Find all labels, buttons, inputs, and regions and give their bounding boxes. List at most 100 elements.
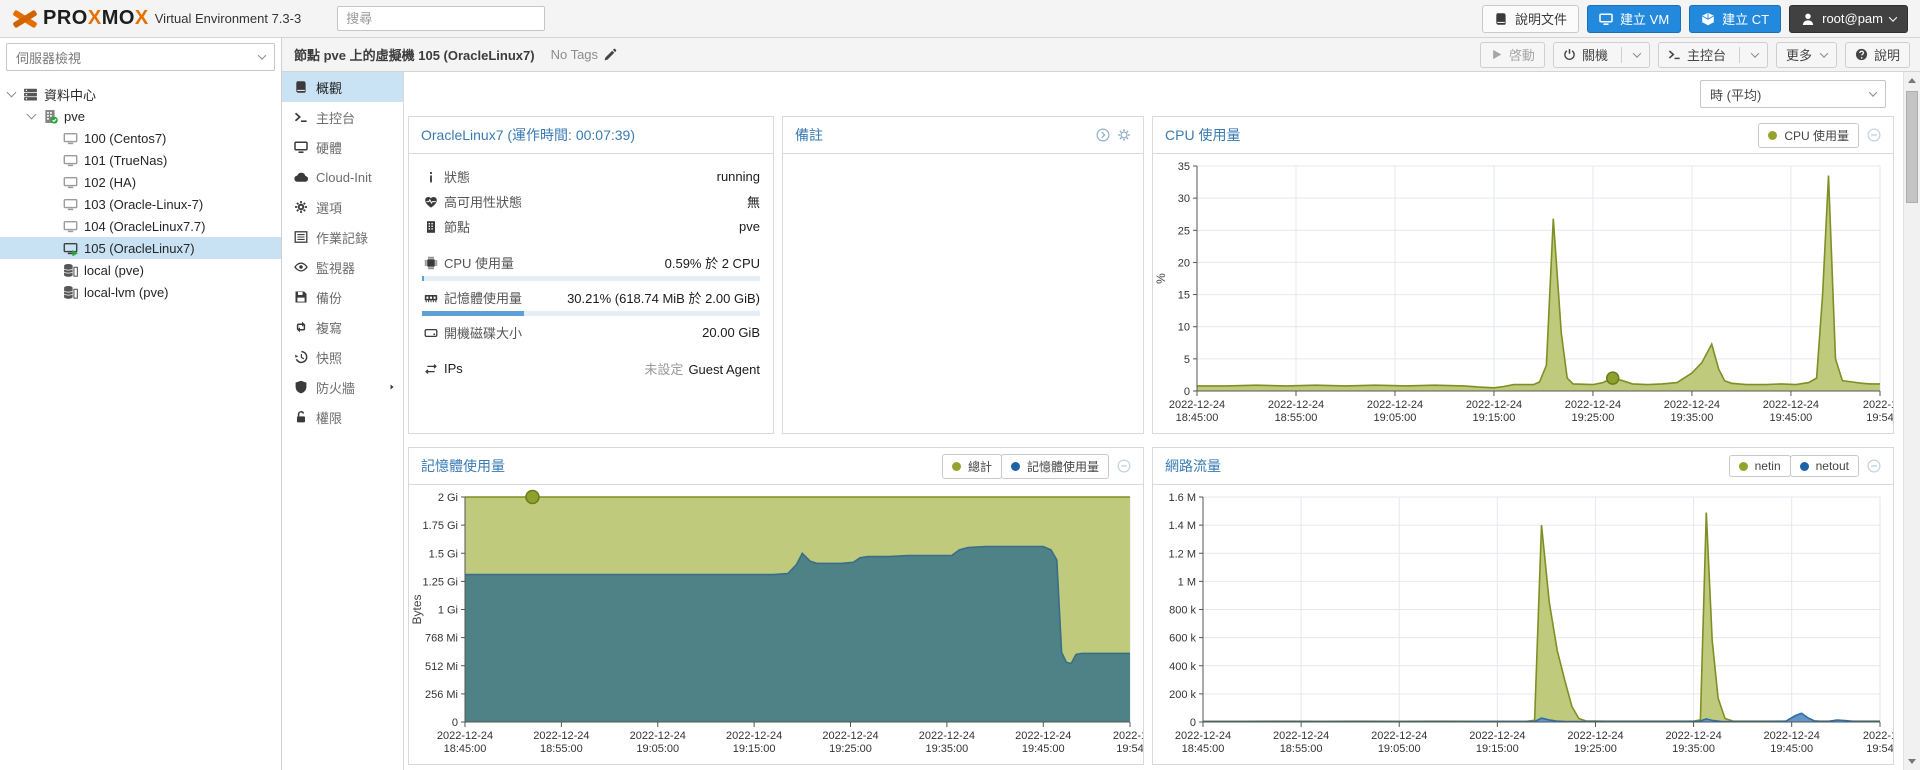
- scroll-down-button[interactable]: [1908, 759, 1916, 764]
- action-button[interactable]: 啓動: [1479, 41, 1545, 68]
- status-row: 節點 pve: [409, 214, 773, 239]
- svg-text:19:45:00: 19:45:00: [1769, 412, 1812, 424]
- legend-button[interactable]: netin: [1728, 455, 1791, 477]
- nav-item-Cloud-Init[interactable]: Cloud-Init: [282, 162, 403, 192]
- action-button[interactable]: 關機: [1552, 41, 1650, 68]
- svg-text:10: 10: [1178, 322, 1190, 334]
- status-row: CPU 使用量 0.59% 於 2 CPU: [409, 250, 773, 275]
- svg-text:18:55:00: 18:55:00: [1280, 743, 1323, 755]
- retweet-icon: [294, 320, 308, 334]
- svg-text:2022-12-24: 2022-12-24: [533, 730, 589, 742]
- svg-text:19:05:00: 19:05:00: [636, 743, 679, 755]
- scrollbar-thumb[interactable]: [1906, 91, 1918, 203]
- vertical-scrollbar[interactable]: [1903, 72, 1920, 770]
- tree-item[interactable]: local (pve): [0, 259, 281, 281]
- tree-item[interactable]: 100 (Centos7): [0, 127, 281, 149]
- svg-text:768 Mi: 768 Mi: [425, 633, 458, 645]
- search-input[interactable]: [337, 6, 546, 31]
- building-icon: [422, 220, 440, 234]
- legend-dot-icon: [1799, 461, 1809, 471]
- nav-item-label: 權限: [316, 410, 343, 426]
- storage-icon: [63, 285, 78, 300]
- legend-button[interactable]: CPU 使用量: [1758, 122, 1859, 148]
- svg-text:1.4 M: 1.4 M: [1168, 520, 1196, 532]
- tree-item[interactable]: 105 (OracleLinux7): [0, 237, 281, 259]
- tree-item[interactable]: 101 (TrueNas): [0, 149, 281, 171]
- legend-label: 記憶體使用量: [1026, 459, 1099, 474]
- collapse-caret-icon[interactable]: [6, 87, 17, 98]
- button-divider: [1620, 46, 1622, 63]
- tree-item[interactable]: local-lvm (pve): [0, 281, 281, 303]
- svg-text:2022-12-24: 2022-12-24: [822, 730, 878, 742]
- tree-item-label: 104 (OracleLinux7.7): [84, 218, 206, 234]
- timeframe-select[interactable]: 時 (平均): [1700, 80, 1886, 108]
- svg-text:200 k: 200 k: [1169, 689, 1196, 701]
- cpu-chart-legend: CPU 使用量: [1758, 122, 1859, 148]
- nav-item-選項[interactable]: 選項: [282, 192, 403, 222]
- nav-item-防火牆[interactable]: 防火牆: [282, 372, 403, 402]
- tree-item-label: 102 (HA): [84, 174, 137, 190]
- network-chart-legend: netin netout: [1728, 455, 1859, 477]
- tree-item[interactable]: 資料中心: [0, 83, 281, 105]
- tree-item[interactable]: 104 (OracleLinux7.7): [0, 215, 281, 237]
- status-label: 狀態: [444, 170, 471, 185]
- collapse-minus-icon[interactable]: [1867, 128, 1881, 142]
- nav-item-主控台[interactable]: 主控台: [282, 102, 403, 132]
- nav-item-label: 概觀: [316, 80, 343, 96]
- history-icon: [294, 350, 308, 364]
- brand-wordmark: PROXMOX: [43, 7, 149, 29]
- collapse-minus-icon[interactable]: [1867, 459, 1881, 473]
- action-button[interactable]: 更多: [1775, 41, 1837, 68]
- tree-item[interactable]: 102 (HA): [0, 171, 281, 193]
- gear-icon[interactable]: [1117, 128, 1131, 142]
- nav-item-權限[interactable]: 權限: [282, 402, 403, 432]
- legend-button[interactable]: 記憶體使用量: [1000, 453, 1109, 479]
- storage-icon: [63, 263, 78, 278]
- legend-button[interactable]: 總計: [941, 453, 1002, 479]
- create-vm-button[interactable]: 建立 VM: [1587, 4, 1682, 33]
- terminal-icon: [1668, 48, 1681, 61]
- nav-item-複寫[interactable]: 複寫: [282, 312, 403, 342]
- usage-progress-bar: [422, 311, 760, 316]
- nav-item-概觀[interactable]: 概觀: [282, 72, 403, 102]
- vm-actions-toolbar: 啓動 關機 主控台 更多 說明: [1479, 41, 1910, 68]
- svg-text:2022-12-24: 2022-12-24: [1015, 730, 1071, 742]
- documentation-button[interactable]: 說明文件: [1482, 4, 1580, 33]
- legend-dot-icon: [1738, 461, 1748, 471]
- nav-item-監視器[interactable]: 監視器: [282, 252, 403, 282]
- svg-text:18:45:00: 18:45:00: [444, 743, 487, 755]
- book-icon: [294, 80, 308, 94]
- tree-item[interactable]: 103 (Oracle-Linux-7): [0, 193, 281, 215]
- nav-item-label: 防火牆: [316, 380, 356, 396]
- action-button[interactable]: 主控台: [1657, 41, 1768, 68]
- svg-text:2022-1: 2022-1: [1863, 399, 1893, 411]
- legend-button[interactable]: netout: [1789, 455, 1859, 477]
- status-label: CPU 使用量: [444, 256, 515, 271]
- svg-text:Bytes: Bytes: [410, 594, 424, 624]
- svg-text:19:25:00: 19:25:00: [1574, 743, 1617, 755]
- status-row: 高可用性狀態 無: [409, 189, 773, 214]
- user-menu-button[interactable]: root@pam: [1789, 4, 1908, 33]
- tree-item[interactable]: pve: [0, 105, 281, 127]
- expand-circle-icon[interactable]: [1096, 128, 1110, 142]
- nav-item-硬體[interactable]: 硬體: [282, 132, 403, 162]
- nav-item-label: 備份: [316, 290, 343, 306]
- chevron-down-icon[interactable]: [1750, 48, 1760, 58]
- status-label: 記憶體使用量: [444, 291, 523, 306]
- tags-editor[interactable]: No Tags: [551, 47, 617, 62]
- cpu-chart: 0 5 10 15 20 25 30 35 2022-12-24 18:45:00 2022-12-…: [1153, 154, 1893, 433]
- create-ct-button[interactable]: 建立 CT: [1689, 4, 1782, 33]
- collapse-caret-icon[interactable]: [26, 109, 37, 120]
- chevron-down-icon[interactable]: [1632, 48, 1642, 58]
- svg-text:1.25 Gi: 1.25 Gi: [423, 576, 458, 588]
- nav-item-快照[interactable]: 快照: [282, 342, 403, 372]
- svg-text:20: 20: [1178, 257, 1190, 269]
- nav-item-備份[interactable]: 備份: [282, 282, 403, 312]
- action-button[interactable]: 說明: [1844, 41, 1910, 68]
- scroll-up-button[interactable]: [1904, 72, 1920, 89]
- svg-text:5: 5: [1184, 354, 1190, 366]
- view-select[interactable]: 伺服器檢視: [6, 43, 275, 71]
- terminal-icon: [294, 110, 308, 124]
- collapse-minus-icon[interactable]: [1117, 459, 1131, 473]
- nav-item-作業記錄[interactable]: 作業記錄: [282, 222, 403, 252]
